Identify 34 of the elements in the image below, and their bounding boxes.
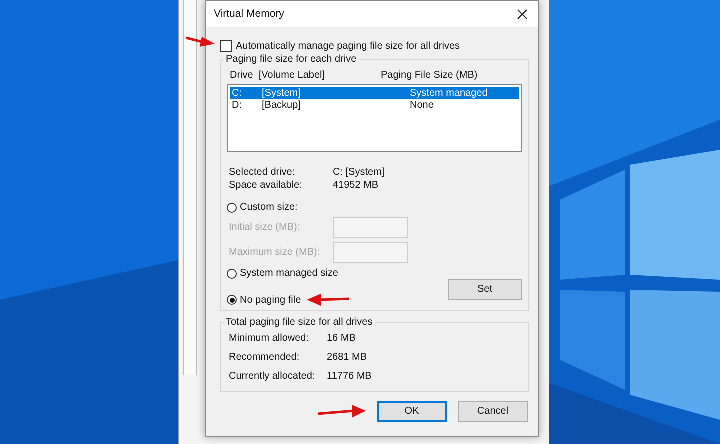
total-label: Minimum allowed: (229, 333, 310, 344)
info-value: 41952 MB (333, 180, 379, 191)
checkbox[interactable] (220, 40, 232, 52)
total-label: Recommended: (229, 352, 301, 363)
arrow-icon (186, 34, 216, 48)
total-value: 2681 MB (327, 352, 368, 363)
total-value: 11776 MB (327, 371, 372, 382)
column-header: Drive [Volume Label] (230, 70, 326, 81)
radio-label: System managed size (240, 268, 338, 279)
radio-label: No paging file (240, 294, 302, 306)
total-label: Currently allocated: (229, 371, 316, 382)
arrow-icon (318, 404, 366, 418)
drive-row[interactable]: C: [System] System managed (230, 87, 519, 99)
radio-button[interactable] (227, 295, 237, 305)
total-value: 16 MB (327, 333, 356, 344)
field-label: Initial size (MB): (229, 222, 302, 233)
radio-button[interactable] (227, 268, 237, 278)
set-button[interactable]: Set (448, 279, 522, 300)
group-title: Paging file size for each drive (225, 54, 358, 65)
field-label: Maximum size (MB): (229, 247, 322, 258)
info-label: Selected drive: (229, 167, 296, 178)
radio-label: Custom size: (240, 202, 298, 213)
column-header: Paging File Size (MB) (381, 70, 478, 81)
drive-row[interactable]: D: [Backup] None (230, 99, 519, 111)
group-title: Total paging file size for all drives (225, 317, 374, 328)
info-label: Space available: (229, 180, 304, 191)
dialog-button[interactable]: OK (377, 401, 447, 422)
dialog-button[interactable]: Cancel (458, 401, 528, 422)
checkbox-label: Automatically manage paging file size for all drives (236, 40, 460, 52)
info-value: C: [System] (333, 167, 385, 178)
close-icon[interactable] (515, 6, 530, 22)
radio-button[interactable] (227, 202, 237, 212)
window-title: Virtual Memory (214, 8, 284, 20)
arrow-icon (307, 294, 350, 306)
